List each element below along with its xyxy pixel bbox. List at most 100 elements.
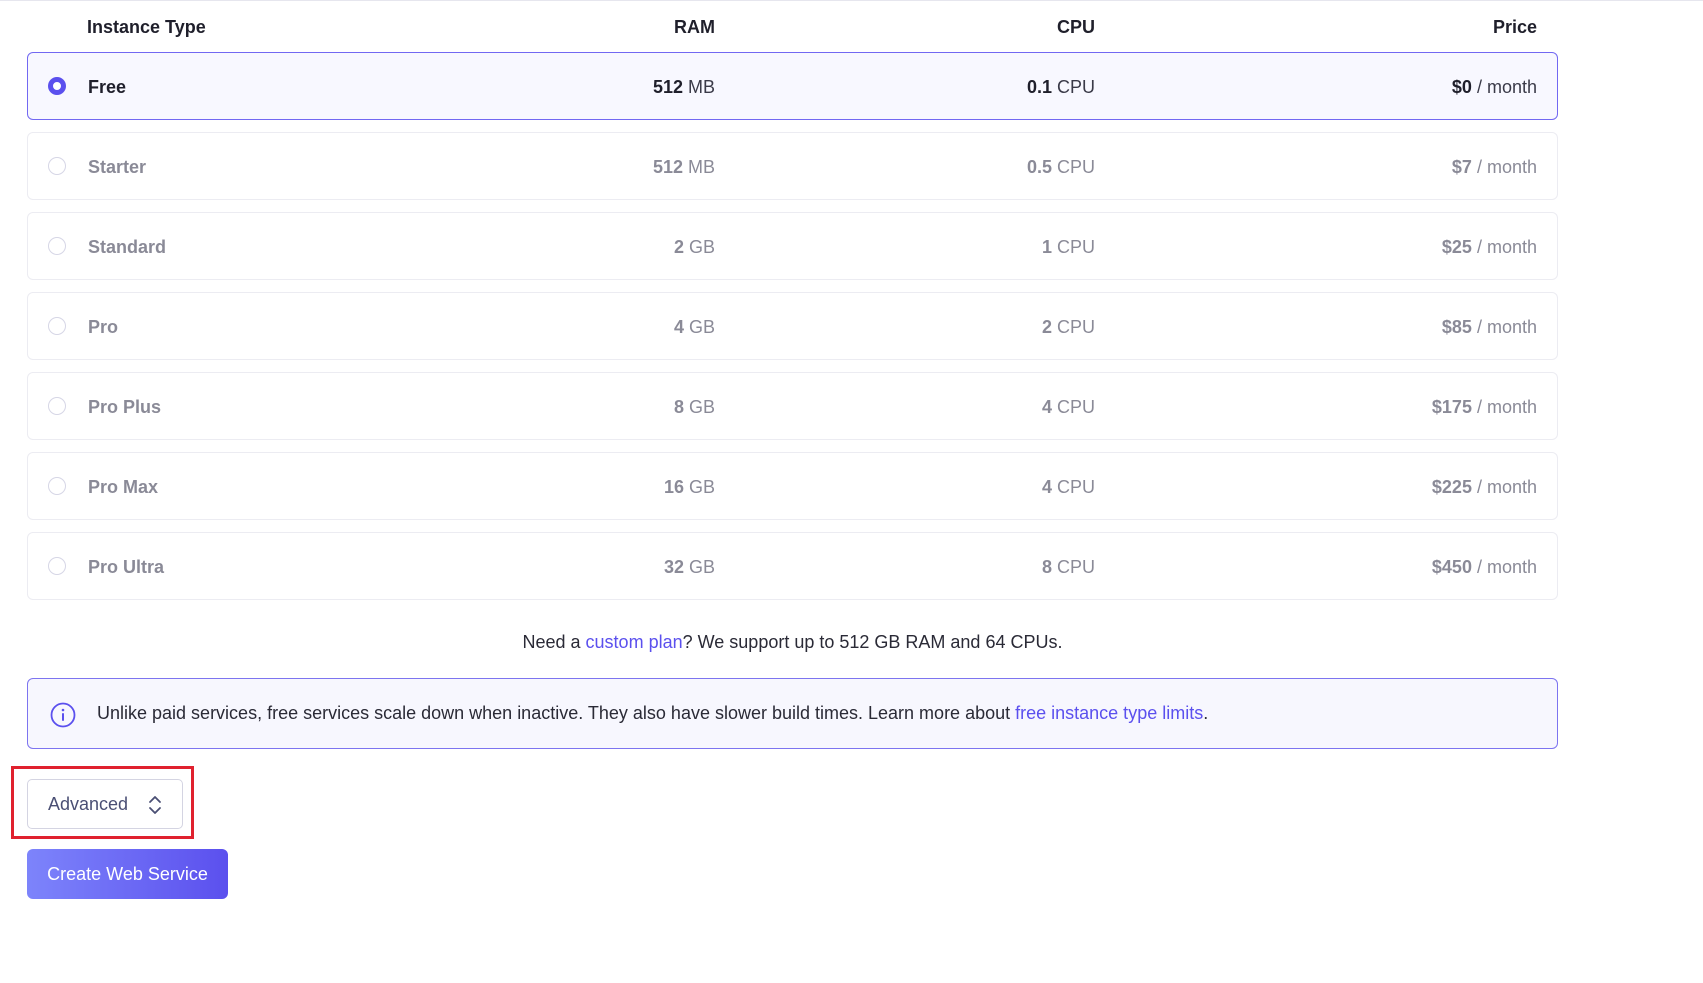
custom-plan-note: Need a custom plan? We support up to 512… <box>0 632 1585 653</box>
plan-name: Pro Max <box>88 477 159 497</box>
radio-button[interactable] <box>48 77 66 95</box>
plan-cpu: 2 CPU <box>1042 317 1095 338</box>
header-instance-type: Instance Type <box>87 17 206 37</box>
cpu-value: 0.5 <box>1026 157 1052 177</box>
ram-value: 2 <box>673 237 684 257</box>
free-tier-info-banner: Unlike paid services, free services scal… <box>27 678 1558 749</box>
price-unit: / month <box>1476 237 1537 257</box>
plan-row-standard[interactable]: Standard 2 GB 1 CPU $25 / month <box>27 212 1558 280</box>
cpu-value: 0.1 <box>1026 77 1052 97</box>
cpu-value: 1 <box>1041 237 1052 257</box>
price-unit: / month <box>1476 557 1537 577</box>
cpu-value: 2 <box>1041 317 1052 337</box>
ram-unit: GB <box>688 477 715 497</box>
price-value: $225 <box>1431 477 1472 497</box>
header-cpu: CPU <box>1056 17 1095 37</box>
price-unit: / month <box>1476 477 1537 497</box>
ram-value: 512 <box>652 157 683 177</box>
plan-price: $450 / month <box>1432 557 1537 578</box>
ram-value: 32 <box>663 557 684 577</box>
plan-row-pro[interactable]: Pro 4 GB 2 CPU $85 / month <box>27 292 1558 360</box>
ram-value: 8 <box>673 397 684 417</box>
radio-button[interactable] <box>48 557 66 575</box>
cpu-value: 4 <box>1041 397 1052 417</box>
cpu-unit: CPU <box>1056 77 1095 97</box>
info-text: Unlike paid services, free services scal… <box>97 703 1208 724</box>
header-ram: RAM <box>674 17 715 37</box>
ram-unit: GB <box>688 557 715 577</box>
price-value: $25 <box>1441 237 1472 257</box>
cpu-unit: CPU <box>1056 557 1095 577</box>
radio-button[interactable] <box>48 397 66 415</box>
plan-row-pro-ultra[interactable]: Pro Ultra 32 GB 8 CPU $450 / month <box>27 532 1558 600</box>
ram-unit: GB <box>688 237 715 257</box>
ram-value: 16 <box>663 477 684 497</box>
cpu-unit: CPU <box>1056 397 1095 417</box>
advanced-label: Advanced <box>48 794 129 814</box>
ram-value: 512 <box>652 77 683 97</box>
price-unit: / month <box>1476 77 1537 97</box>
chevron-up-down-icon <box>149 796 161 814</box>
plan-ram: 512 MB <box>653 157 715 178</box>
plan-ram: 8 GB <box>674 397 715 418</box>
ram-unit: GB <box>688 317 715 337</box>
plan-ram: 16 GB <box>664 477 715 498</box>
free-instance-limits-link[interactable]: free instance type limits <box>1015 703 1203 723</box>
plan-name: Pro <box>88 317 119 337</box>
plan-cpu: 0.5 CPU <box>1027 157 1095 178</box>
plan-cpu: 0.1 CPU <box>1027 77 1095 98</box>
price-value: $175 <box>1431 397 1472 417</box>
plan-ram: 4 GB <box>674 317 715 338</box>
radio-button[interactable] <box>48 157 66 175</box>
price-value: $7 <box>1451 157 1472 177</box>
plan-ram: 512 MB <box>653 77 715 98</box>
plan-name: Standard <box>88 237 167 257</box>
cpu-unit: CPU <box>1056 317 1095 337</box>
price-unit: / month <box>1476 157 1537 177</box>
plan-row-pro-plus[interactable]: Pro Plus 8 GB 4 CPU $175 / month <box>27 372 1558 440</box>
ram-value: 4 <box>673 317 684 337</box>
info-suffix: . <box>1203 703 1209 723</box>
radio-button[interactable] <box>48 477 66 495</box>
custom-note-suffix: ? We support up to 512 GB RAM and 64 CPU… <box>682 632 1063 652</box>
plan-price: $7 / month <box>1452 157 1537 178</box>
instance-type-list: Free 512 MB 0.1 CPU $0 / month Starter 5… <box>27 52 1558 612</box>
plan-price: $25 / month <box>1442 237 1537 258</box>
cpu-unit: CPU <box>1056 237 1095 257</box>
plan-cpu: 8 CPU <box>1042 557 1095 578</box>
plan-price: $225 / month <box>1432 477 1537 498</box>
info-message: Unlike paid services, free services scal… <box>97 703 1016 723</box>
cpu-value: 4 <box>1041 477 1052 497</box>
price-unit: / month <box>1476 397 1537 417</box>
advanced-toggle-button[interactable]: Advanced <box>27 779 183 829</box>
plan-price: $0 / month <box>1452 77 1537 98</box>
plan-row-starter[interactable]: Starter 512 MB 0.5 CPU $7 / month <box>27 132 1558 200</box>
cpu-unit: CPU <box>1056 477 1095 497</box>
price-value: $0 <box>1451 77 1472 97</box>
create-web-service-button[interactable]: Create Web Service <box>27 849 228 899</box>
plan-row-free[interactable]: Free 512 MB 0.1 CPU $0 / month <box>27 52 1558 120</box>
ram-unit: GB <box>688 397 715 417</box>
plan-row-pro-max[interactable]: Pro Max 16 GB 4 CPU $225 / month <box>27 452 1558 520</box>
ram-unit: MB <box>688 77 715 97</box>
plan-price: $85 / month <box>1442 317 1537 338</box>
plan-name: Pro Ultra <box>88 557 165 577</box>
radio-button[interactable] <box>48 237 66 255</box>
table-header: Instance Type RAM CPU Price <box>27 12 1557 42</box>
plan-price: $175 / month <box>1432 397 1537 418</box>
custom-plan-link[interactable]: custom plan <box>586 632 683 652</box>
top-divider <box>0 0 1703 1</box>
price-value: $450 <box>1431 557 1472 577</box>
ram-unit: MB <box>688 157 715 177</box>
plan-name: Free <box>88 77 127 97</box>
plan-cpu: 4 CPU <box>1042 477 1095 498</box>
radio-button[interactable] <box>48 317 66 335</box>
cpu-value: 8 <box>1041 557 1052 577</box>
plan-ram: 32 GB <box>664 557 715 578</box>
plan-cpu: 4 CPU <box>1042 397 1095 418</box>
custom-note-prefix: Need a <box>522 632 586 652</box>
price-unit: / month <box>1476 317 1537 337</box>
plan-cpu: 1 CPU <box>1042 237 1095 258</box>
plan-name: Starter <box>88 157 147 177</box>
cpu-unit: CPU <box>1056 157 1095 177</box>
